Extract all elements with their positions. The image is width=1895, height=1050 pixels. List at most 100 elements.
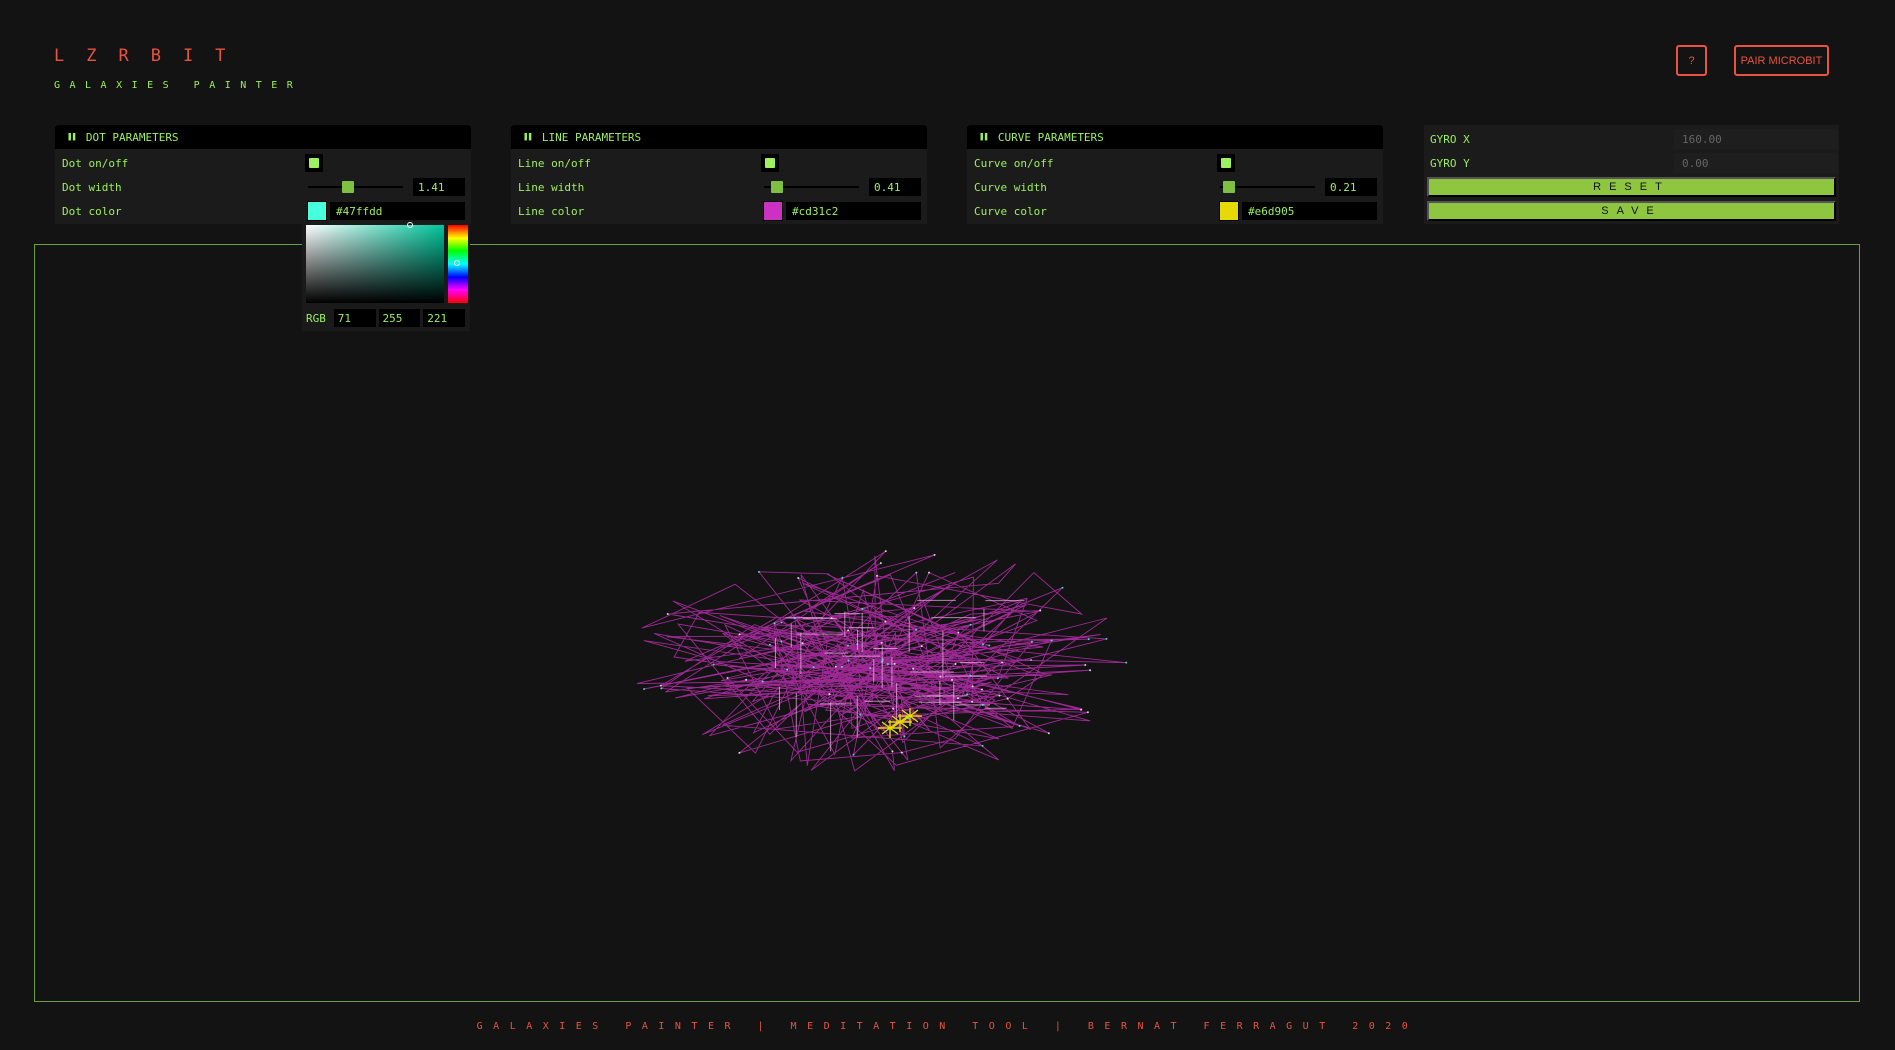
help-button[interactable]: ? <box>1676 45 1707 76</box>
galaxy-dot <box>950 678 953 681</box>
galaxy-dot <box>880 641 883 644</box>
line-toggle-label: Line on/off <box>518 156 591 170</box>
galaxy-dot <box>988 644 991 647</box>
galaxy-dot <box>738 633 741 636</box>
galaxy-dot <box>1030 640 1033 643</box>
curve-width-slider[interactable] <box>1220 180 1315 194</box>
slider-thumb[interactable] <box>770 181 783 193</box>
line-width-slider[interactable] <box>764 180 859 194</box>
galaxy-dot <box>903 735 906 738</box>
galaxy-dot <box>996 677 999 680</box>
galaxy-dot <box>971 685 974 688</box>
grip-icon: ❚❚ <box>523 132 533 142</box>
line-panel-header[interactable]: ❚❚ LINE PARAMETERS <box>511 125 927 149</box>
galaxy-dot <box>1047 732 1050 735</box>
galaxy-dot <box>793 617 796 620</box>
galaxy-dot <box>1089 669 1092 672</box>
slider-thumb[interactable] <box>342 181 355 193</box>
dot-toggle-label: Dot on/off <box>62 156 129 170</box>
dot-width-slider[interactable] <box>308 180 403 194</box>
app-title: LZRBIT <box>54 46 248 66</box>
galaxy-dot <box>900 751 903 754</box>
saturation-value-area[interactable] <box>306 222 444 303</box>
galaxy-dot <box>852 753 855 756</box>
pair-microbit-button[interactable]: PAIR MICROBIT <box>1734 45 1829 76</box>
galaxy-dot <box>956 697 959 700</box>
panel-title: LINE PARAMETERS <box>541 130 642 144</box>
blue-input[interactable]: 221 <box>423 309 465 327</box>
galaxy-dot <box>1087 638 1090 641</box>
curve-color-swatch[interactable] <box>1219 201 1239 221</box>
galaxy-dot <box>1125 661 1128 664</box>
galaxy-dot <box>841 576 844 579</box>
curve-toggle-checkbox[interactable] <box>1217 154 1235 172</box>
galaxy-dot <box>847 659 850 662</box>
curve-width-input[interactable]: 0.21 <box>1325 178 1377 196</box>
galaxy-dot <box>939 675 942 678</box>
dot-color-input[interactable]: #47ffdd <box>330 202 465 220</box>
line-width-input[interactable]: 0.41 <box>869 178 921 196</box>
galaxy-dot <box>745 678 748 681</box>
line-width-label: Line width <box>518 180 585 194</box>
galaxy-dot <box>738 751 741 754</box>
dot-toggle-checkbox[interactable] <box>305 154 323 172</box>
galaxy-dot <box>786 668 789 671</box>
dot-panel-header[interactable]: ❚❚ DOT PARAMETERS <box>55 125 471 149</box>
galaxy-dot <box>957 631 960 634</box>
galaxy-dot <box>912 667 915 670</box>
galaxy-dot <box>1105 637 1108 640</box>
line-color-swatch[interactable] <box>763 201 783 221</box>
dot-color-swatch[interactable] <box>307 201 327 221</box>
galaxy-dot <box>892 707 895 710</box>
galaxy-dot <box>969 674 972 677</box>
galaxy-dot <box>1001 661 1004 664</box>
curve-toggle-label: Curve on/off <box>974 156 1054 170</box>
line-toggle-checkbox[interactable] <box>761 154 779 172</box>
save-button[interactable]: SAVE <box>1427 201 1836 221</box>
galaxy-dot <box>869 667 872 670</box>
galaxy-dot <box>881 660 884 663</box>
slider-track <box>308 186 403 188</box>
galaxy-dot <box>1061 586 1064 589</box>
line-color-input[interactable]: #cd31c2 <box>786 202 921 220</box>
hue-slider[interactable] <box>448 225 468 303</box>
galaxy-dot <box>859 713 862 716</box>
sv-marker[interactable] <box>407 222 413 228</box>
line-color-label: Line color <box>518 204 585 218</box>
galaxy-dot <box>913 607 916 610</box>
galaxy-dot <box>856 643 859 646</box>
galaxy-dot <box>643 688 646 691</box>
slider-thumb[interactable] <box>1223 181 1236 193</box>
color-picker: RGB 71 255 221 <box>302 222 470 331</box>
galaxy-dot <box>797 576 800 579</box>
galaxy-dot <box>830 617 833 620</box>
dot-width-input[interactable]: 1.41 <box>413 178 465 196</box>
hue-marker[interactable] <box>454 260 460 266</box>
galaxy-dot <box>861 607 864 610</box>
galaxy-dot <box>780 640 783 643</box>
galaxy-dot <box>981 703 984 706</box>
galaxy-dot <box>846 644 849 647</box>
galaxy-dot <box>768 643 771 646</box>
curve-parameters-panel: ❚❚ CURVE PARAMETERS Curve on/off Curve w… <box>967 125 1383 224</box>
curve-color-input[interactable]: #e6d905 <box>1242 202 1377 220</box>
reset-button[interactable]: RESET <box>1427 177 1836 197</box>
galaxy-dot <box>761 680 764 683</box>
galaxy-dot <box>928 571 931 574</box>
galaxy-dot <box>933 553 936 556</box>
galaxy-dot <box>884 620 887 623</box>
galaxy-dot <box>1039 609 1042 612</box>
rgb-mode-label[interactable]: RGB <box>306 312 334 325</box>
galaxy-dot <box>757 570 760 573</box>
green-input[interactable]: 255 <box>378 309 421 327</box>
galaxy-dot <box>966 693 969 696</box>
gyro-y-label: GYRO Y <box>1430 156 1470 170</box>
curve-color-label: Curve color <box>974 204 1047 218</box>
galaxy-drawing <box>636 550 1128 772</box>
galaxy-dot <box>907 717 910 720</box>
curve-panel-header[interactable]: ❚❚ CURVE PARAMETERS <box>967 125 1383 149</box>
panel-title: CURVE PARAMETERS <box>997 130 1104 144</box>
red-input[interactable]: 71 <box>333 309 376 327</box>
rgb-inputs: RGB 71 255 221 <box>306 309 468 327</box>
galaxy-dot <box>915 628 918 631</box>
